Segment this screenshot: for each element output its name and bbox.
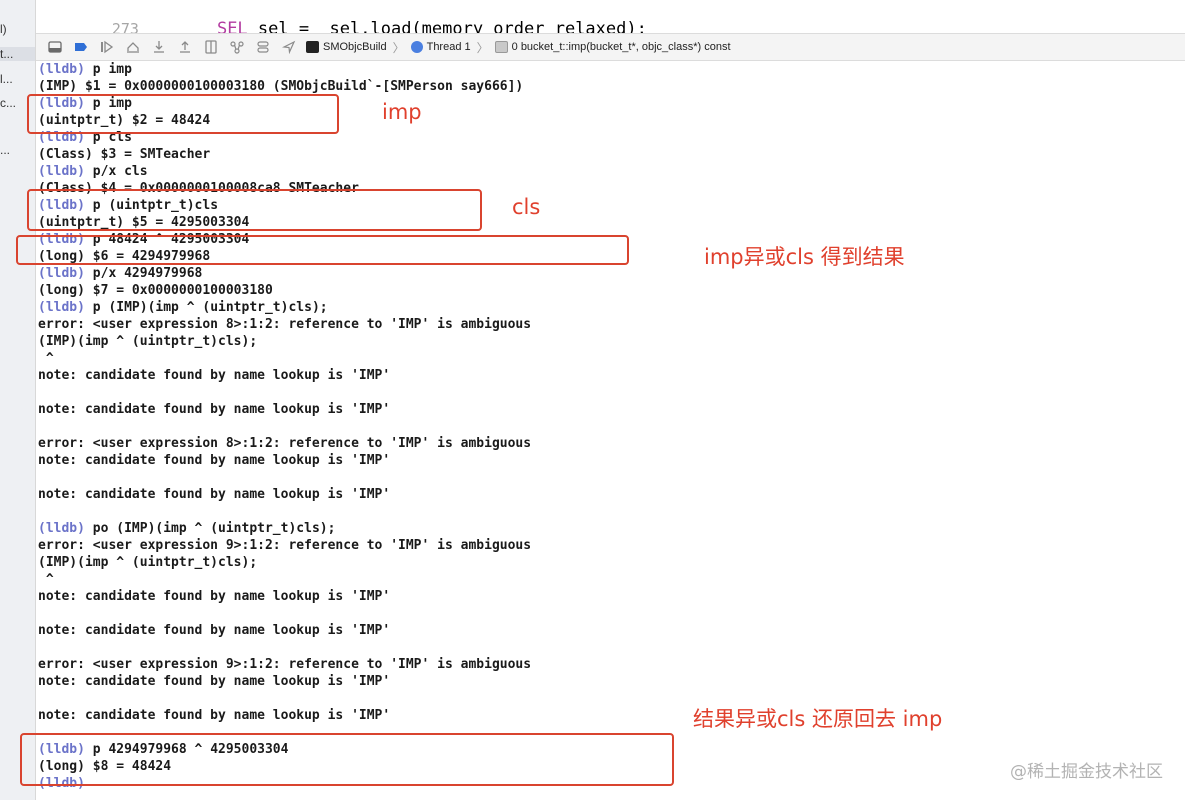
console-text: error: <user expression 8>:1:2: referenc…	[38, 317, 532, 332]
console-line: error: <user expression 8>:1:2: referenc…	[38, 316, 531, 333]
console-line: note: candidate found by name lookup is …	[38, 673, 390, 690]
breadcrumb-target[interactable]: SMObjcBuild	[323, 41, 387, 53]
continue-icon[interactable]	[94, 36, 120, 58]
console-line: (lldb) p (IMP)(imp ^ (uintptr_t)cls);	[38, 299, 328, 316]
console-text: note: candidate found by name lookup is …	[38, 368, 391, 383]
console-prompt: (lldb)	[38, 62, 85, 77]
annotation-label-xor: imp异或cls 得到结果	[704, 245, 905, 269]
console-text: error: <user expression 8>:1:2: referenc…	[38, 436, 532, 451]
console-line: note: candidate found by name lookup is …	[38, 401, 390, 418]
annotation-label-cls: cls	[512, 195, 541, 219]
breadcrumb-separator: 〉	[476, 40, 489, 55]
highlight-box-imp	[27, 94, 339, 134]
console-line: (lldb) p/x cls	[38, 163, 148, 180]
console-text: (IMP)(imp ^ (uintptr_t)cls);	[38, 334, 258, 349]
debug-view-hierarchy-icon[interactable]	[198, 36, 224, 58]
console-text: p/x 4294979968	[84, 266, 203, 281]
console-text: (IMP)(imp ^ (uintptr_t)cls);	[38, 555, 258, 570]
console-line: (lldb) p/x 4294979968	[38, 265, 202, 282]
console-line: (IMP)(imp ^ (uintptr_t)cls);	[38, 554, 257, 571]
console-text: p imp	[84, 62, 132, 77]
console-line: ^	[38, 350, 54, 367]
source-editor[interactable]: 273 SEL sel = _sel.load(memory_order_rela…	[36, 0, 1185, 33]
breadcrumb-thread[interactable]: Thread 1	[427, 41, 471, 53]
console-prompt: (lldb)	[38, 521, 85, 536]
step-into-icon[interactable]	[146, 36, 172, 58]
console-text: p/x cls	[84, 164, 148, 179]
console-line: (long) $7 = 0x0000000100003180	[38, 282, 273, 299]
console-text: note: candidate found by name lookup is …	[38, 623, 391, 638]
console-text: (long) $7 = 0x0000000100003180	[38, 283, 273, 298]
navigator-item[interactable]: l...	[0, 72, 13, 86]
highlight-box-cls	[27, 189, 482, 231]
console-prompt: (lldb)	[38, 164, 85, 179]
breadcrumb: SMObjcBuild 〉 Thread 1 〉 0 bucket_t::imp…	[306, 39, 731, 56]
breadcrumb-separator: 〉	[392, 40, 405, 55]
navigator-item[interactable]: ...	[0, 143, 10, 157]
console-text: error: <user expression 9>:1:2: referenc…	[38, 657, 532, 672]
console-line: error: <user expression 9>:1:2: referenc…	[38, 656, 531, 673]
watermark: @稀土掘金技术社区	[1010, 762, 1163, 782]
stack-frame-icon	[494, 41, 508, 53]
console-text: note: candidate found by name lookup is …	[38, 487, 391, 502]
highlight-box-restore	[20, 733, 674, 786]
console-line: ^	[38, 571, 54, 588]
console-line: note: candidate found by name lookup is …	[38, 367, 390, 384]
console-line: error: <user expression 8>:1:2: referenc…	[38, 435, 531, 452]
app-target-icon	[306, 41, 319, 53]
console-line: error: <user expression 9>:1:2: referenc…	[38, 537, 531, 554]
console-text: note: candidate found by name lookup is …	[38, 708, 391, 723]
console-line: note: candidate found by name lookup is …	[38, 486, 390, 503]
navigator-item-selected[interactable]: t...	[0, 47, 35, 61]
console-line: note: candidate found by name lookup is …	[38, 452, 390, 469]
code-line: 273 SEL sel = _sel.load(memory_order_rela…	[36, 0, 1185, 33]
memory-graph-icon[interactable]	[224, 36, 250, 58]
console-text: error: <user expression 9>:1:2: referenc…	[38, 538, 532, 553]
console-text: (Class) $3 = SMTeacher	[38, 147, 211, 162]
console-prompt: (lldb)	[38, 300, 85, 315]
console-line: note: candidate found by name lookup is …	[38, 588, 390, 605]
lldb-console[interactable]: (lldb) p imp (IMP) $1 = 0x000000010000318…	[36, 61, 1185, 800]
console-text: note: candidate found by name lookup is …	[38, 453, 391, 468]
breakpoints-toggle-icon[interactable]	[68, 36, 94, 58]
console-text: ^	[38, 572, 54, 587]
navigator-item[interactable]: c...	[0, 96, 16, 110]
thread-icon	[410, 41, 423, 53]
environment-overrides-icon[interactable]	[250, 36, 276, 58]
debug-bar: SMObjcBuild 〉 Thread 1 〉 0 bucket_t::imp…	[36, 33, 1185, 61]
hide-debug-area-icon[interactable]	[42, 36, 68, 58]
console-line: note: candidate found by name lookup is …	[38, 622, 390, 639]
annotation-label-restore: 结果异或cls 还原回去 imp	[693, 707, 943, 731]
console-text: note: candidate found by name lookup is …	[38, 674, 391, 689]
navigator-item[interactable]: l)	[0, 22, 7, 36]
code-line: 274return (IMP)	[36, 19, 1185, 33]
console-line: (lldb) po (IMP)(imp ^ (uintptr_t)cls);	[38, 520, 335, 537]
console-text: p (IMP)(imp ^ (uintptr_t)cls);	[84, 300, 328, 315]
console-text: note: candidate found by name lookup is …	[38, 402, 391, 417]
console-line: (Class) $3 = SMTeacher	[38, 146, 210, 163]
console-line: note: candidate found by name lookup is …	[38, 707, 390, 724]
console-text: po (IMP)(imp ^ (uintptr_t)cls);	[84, 521, 336, 536]
console-text: ^	[38, 351, 54, 366]
console-line: (IMP) $1 = 0x0000000100003180 (SMObjcBui…	[38, 78, 523, 95]
console-line: (IMP)(imp ^ (uintptr_t)cls);	[38, 333, 257, 350]
breadcrumb-frame[interactable]: 0 bucket_t::imp(bucket_t*, objc_class*) …	[512, 41, 731, 53]
step-over-icon[interactable]	[120, 36, 146, 58]
console-prompt: (lldb)	[38, 266, 85, 281]
console-text: note: candidate found by name lookup is …	[38, 589, 391, 604]
highlight-box-xor	[16, 235, 629, 265]
step-out-icon[interactable]	[172, 36, 198, 58]
annotation-label-imp: imp	[382, 100, 422, 124]
simulate-location-icon[interactable]	[276, 36, 302, 58]
console-text: (IMP) $1 = 0x0000000100003180 (SMObjcBui…	[38, 79, 524, 94]
console-line: (lldb) p imp	[38, 61, 132, 78]
